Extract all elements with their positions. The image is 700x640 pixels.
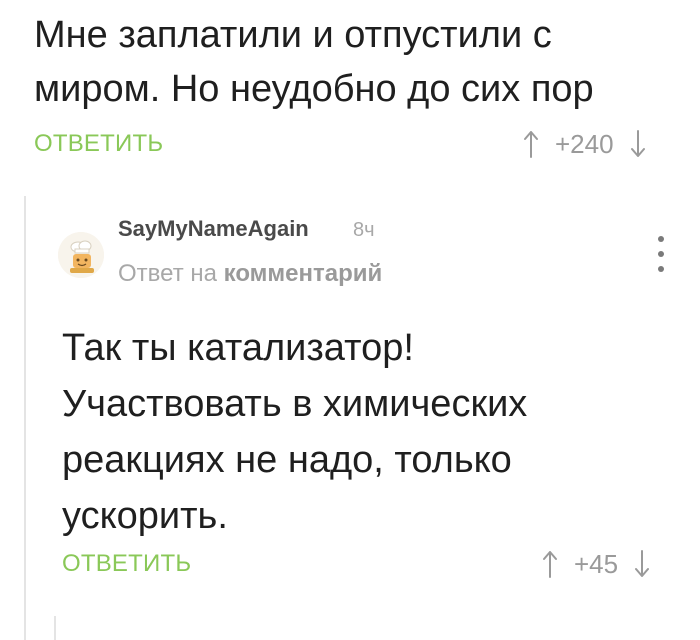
arrow-down-icon[interactable] — [628, 129, 648, 159]
reply-reply-button[interactable]: ОТВЕТИТЬ — [62, 550, 191, 578]
reply-comment-line: Так ты катализатор! — [62, 327, 414, 369]
thread-line — [24, 196, 26, 640]
reply-to-line: Ответ на комментарий — [118, 260, 382, 288]
arrow-up-icon[interactable] — [540, 549, 560, 579]
reply-comment-line: ускорить. — [62, 495, 228, 537]
nested-thread-line — [54, 616, 56, 640]
reply-rating-value: +45 — [574, 548, 619, 579]
more-vertical-icon[interactable] — [652, 236, 670, 272]
parent-rating-value: +240 — [555, 128, 614, 159]
arrow-down-icon[interactable] — [632, 549, 652, 579]
comment-author[interactable]: SayMyNameAgain — [118, 216, 309, 242]
reply-comment-line: реакциях не надо, только — [62, 439, 512, 481]
comment-time: 8ч — [353, 219, 375, 241]
arrow-up-icon[interactable] — [521, 129, 541, 159]
parent-reply-button[interactable]: ОТВЕТИТЬ — [34, 130, 163, 158]
reply-rating: +45 — [540, 548, 652, 580]
reply-actions: ОТВЕТИТЬ — [62, 548, 191, 580]
chef-avatar[interactable] — [58, 232, 104, 278]
parent-comment-text: Мне заплатили и отпустили с миром. Но не… — [34, 8, 674, 116]
reply-comment-line: Участвовать в химических — [62, 383, 528, 425]
parent-comment-line: Мне заплатили и отпустили с — [34, 14, 552, 56]
reply-to-link[interactable]: комментарий — [224, 260, 383, 287]
parent-comment-line: миром. Но неудобно до сих пор — [34, 68, 594, 110]
parent-actions: ОТВЕТИТЬ — [34, 128, 163, 160]
comment-thread: Мне заплатили и отпустили с миром. Но не… — [0, 0, 700, 640]
reply-comment-text: Так ты катализатор! Участвовать в химиче… — [62, 320, 662, 544]
reply-to-prefix: Ответ на — [118, 260, 217, 287]
parent-rating: +240 — [521, 128, 648, 160]
